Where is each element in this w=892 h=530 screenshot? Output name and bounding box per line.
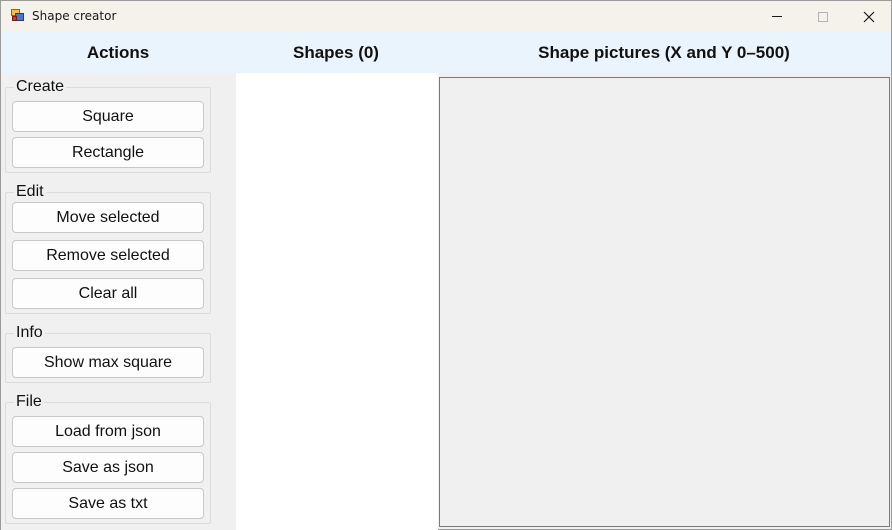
- square-button[interactable]: Square: [12, 101, 204, 132]
- shapes-list[interactable]: [236, 73, 438, 530]
- edit-group: Edit Move selected Remove selected Clear…: [5, 183, 211, 314]
- show-max-square-button[interactable]: Show max square: [12, 347, 204, 378]
- column-header-row: Actions Shapes (0) Shape pictures (X and…: [1, 32, 891, 73]
- pictures-header: Shape pictures (X and Y 0–500): [538, 42, 790, 62]
- create-group-title: Create: [14, 78, 67, 96]
- remove-selected-button[interactable]: Remove selected: [12, 240, 204, 271]
- edit-group-title: Edit: [14, 183, 46, 201]
- maximize-icon: [818, 11, 828, 22]
- maximize-button[interactable]: [800, 1, 846, 32]
- close-icon: [863, 11, 875, 22]
- create-group: Create Square Rectangle: [5, 78, 211, 173]
- actions-panel: Create Square Rectangle Edit Move select…: [1, 73, 236, 530]
- file-group-title: File: [14, 393, 44, 411]
- info-group-title: Info: [14, 324, 45, 342]
- load-from-json-button[interactable]: Load from json: [12, 416, 204, 447]
- shape-pictures-canvas[interactable]: [439, 77, 890, 527]
- save-as-json-button[interactable]: Save as json: [12, 452, 204, 483]
- window-title: Shape creator: [32, 9, 117, 23]
- minimize-icon: [772, 16, 782, 17]
- rectangle-button[interactable]: Rectangle: [12, 137, 204, 168]
- title-bar[interactable]: Shape creator: [1, 1, 891, 32]
- save-as-txt-button[interactable]: Save as txt: [12, 488, 204, 519]
- move-selected-button[interactable]: Move selected: [12, 202, 204, 233]
- app-icon: [11, 9, 25, 22]
- file-group: File Load from json Save as json Save as…: [5, 393, 211, 524]
- clear-all-button[interactable]: Clear all: [12, 278, 204, 309]
- shapes-header: Shapes (0): [293, 42, 379, 62]
- app-window: Shape creator Actions Shapes (0) Shape p…: [0, 0, 892, 530]
- minimize-button[interactable]: [754, 1, 800, 32]
- close-button[interactable]: [846, 1, 892, 32]
- actions-header: Actions: [86, 42, 150, 62]
- info-group: Info Show max square: [5, 324, 211, 383]
